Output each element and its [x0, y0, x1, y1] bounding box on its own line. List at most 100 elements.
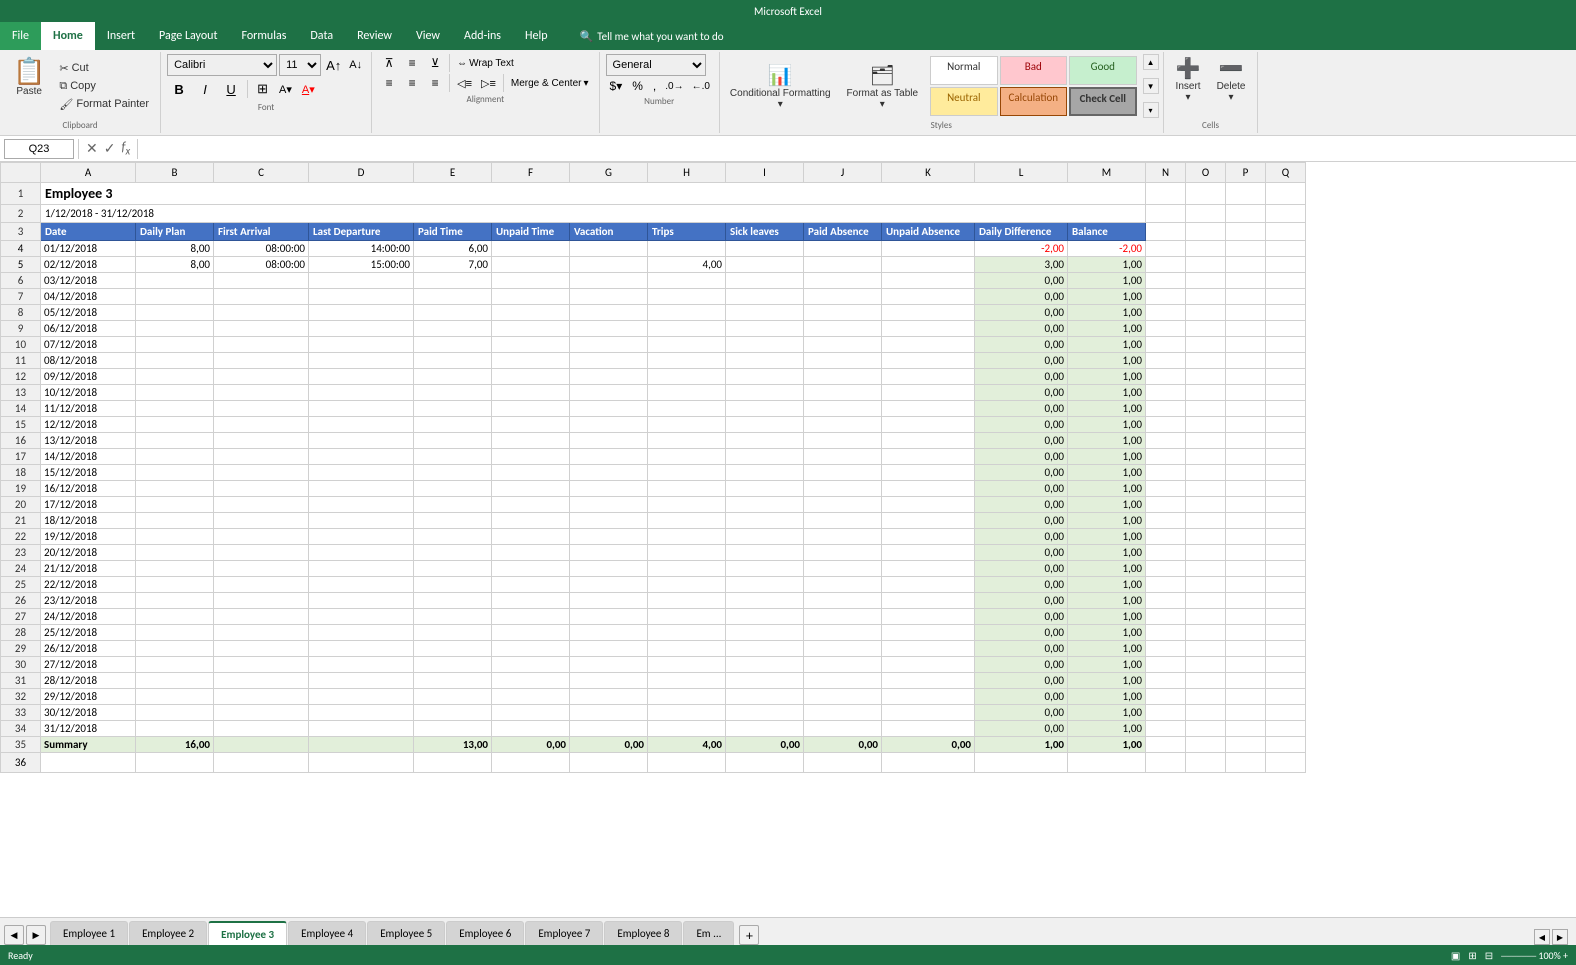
- header-vacation[interactable]: Vacation: [570, 223, 648, 241]
- tab-employee-more[interactable]: Em ...: [683, 921, 734, 945]
- cell-daily-diff[interactable]: 0,00: [975, 625, 1068, 641]
- col-header-e[interactable]: E: [414, 163, 492, 183]
- cell-date[interactable]: 14/12/2018: [41, 449, 136, 465]
- style-good-cell[interactable]: Good: [1069, 56, 1137, 85]
- currency-button[interactable]: $▾: [606, 78, 627, 94]
- cell-daily-diff[interactable]: 0,00: [975, 289, 1068, 305]
- cell-balance[interactable]: 1,00: [1068, 673, 1146, 689]
- col-header-d[interactable]: D: [309, 163, 414, 183]
- cell-balance[interactable]: 1,00: [1068, 321, 1146, 337]
- col-header-b[interactable]: B: [136, 163, 214, 183]
- tab-employee2[interactable]: Employee 2: [129, 921, 207, 945]
- style-check-cell[interactable]: Check Cell: [1069, 87, 1137, 116]
- cell-balance[interactable]: 1,00: [1068, 593, 1146, 609]
- cell-balance[interactable]: 1,00: [1068, 417, 1146, 433]
- cell-p1[interactable]: [1226, 183, 1266, 205]
- tab-employee8[interactable]: Employee 8: [604, 921, 682, 945]
- cell-date[interactable]: 17/12/2018: [41, 497, 136, 513]
- borders-button[interactable]: ⊞: [252, 80, 273, 98]
- col-header-k[interactable]: K: [882, 163, 975, 183]
- cell-daily-diff[interactable]: 0,00: [975, 513, 1068, 529]
- cell-summary-vacation[interactable]: 0,00: [570, 737, 648, 753]
- cell-balance[interactable]: 1,00: [1068, 609, 1146, 625]
- header-paid-absence[interactable]: Paid Absence: [804, 223, 882, 241]
- cell-p3[interactable]: [1226, 223, 1266, 241]
- cell-date[interactable]: 16/12/2018: [41, 481, 136, 497]
- cell-date[interactable]: 03/12/2018: [41, 273, 136, 289]
- cell-f4[interactable]: [492, 241, 570, 257]
- cell-daily-diff[interactable]: 0,00: [975, 385, 1068, 401]
- cell-daily-diff[interactable]: 0,00: [975, 593, 1068, 609]
- cell-balance[interactable]: 1,00: [1068, 433, 1146, 449]
- cell-i5[interactable]: [726, 257, 804, 273]
- font-color-button[interactable]: A▾: [298, 82, 319, 97]
- cut-button[interactable]: ✂ Cut: [54, 60, 154, 77]
- cell-daily-diff[interactable]: 0,00: [975, 449, 1068, 465]
- cell-n1[interactable]: [1146, 183, 1186, 205]
- cell-summary-unpaid[interactable]: 0,00: [492, 737, 570, 753]
- cell-e4[interactable]: 6,00: [414, 241, 492, 257]
- style-bad-cell[interactable]: Bad: [1000, 56, 1068, 85]
- style-calculation-cell[interactable]: Calculation: [1000, 87, 1068, 116]
- cell-balance[interactable]: 1,00: [1068, 689, 1146, 705]
- cell-date[interactable]: 05/12/2018: [41, 305, 136, 321]
- cell-h4[interactable]: [648, 241, 726, 257]
- cell-date[interactable]: 21/12/2018: [41, 561, 136, 577]
- cell-summary-trips[interactable]: 4,00: [648, 737, 726, 753]
- cell-balance[interactable]: 1,00: [1068, 353, 1146, 369]
- thousands-button[interactable]: ,: [649, 78, 660, 94]
- cell-daily-diff[interactable]: 0,00: [975, 529, 1068, 545]
- cell-summary-daily-diff[interactable]: 1,00: [975, 737, 1068, 753]
- cell-k5[interactable]: [882, 257, 975, 273]
- col-header-f[interactable]: F: [492, 163, 570, 183]
- sheet-scroll-left[interactable]: ◀: [1534, 929, 1550, 945]
- cell-balance[interactable]: 1,00: [1068, 481, 1146, 497]
- col-header-j[interactable]: J: [804, 163, 882, 183]
- cell-balance[interactable]: 1,00: [1068, 625, 1146, 641]
- cell-summary-plan[interactable]: 16,00: [136, 737, 214, 753]
- fill-color-button[interactable]: A▾: [275, 82, 296, 97]
- cell-d4[interactable]: 14:00:00: [309, 241, 414, 257]
- col-header-n[interactable]: N: [1146, 163, 1186, 183]
- cell-date[interactable]: 07/12/2018: [41, 337, 136, 353]
- cell-c4[interactable]: 08:00:00: [214, 241, 309, 257]
- styles-scroll-up[interactable]: ▲: [1143, 54, 1159, 70]
- col-header-c[interactable]: C: [214, 163, 309, 183]
- cell-daily-diff[interactable]: 0,00: [975, 305, 1068, 321]
- cell-daily-diff[interactable]: 0,00: [975, 705, 1068, 721]
- menu-item-home[interactable]: Home: [41, 22, 95, 50]
- underline-button[interactable]: U: [219, 78, 243, 100]
- cell-q4[interactable]: [1266, 241, 1306, 257]
- cell-balance[interactable]: 1,00: [1068, 545, 1146, 561]
- cell-q5[interactable]: [1266, 257, 1306, 273]
- cell-balance[interactable]: 1,00: [1068, 385, 1146, 401]
- cell-balance[interactable]: 1,00: [1068, 273, 1146, 289]
- cell-balance[interactable]: 1,00: [1068, 337, 1146, 353]
- cell-balance[interactable]: 1,00: [1068, 561, 1146, 577]
- cell-summary-label[interactable]: Summary: [41, 737, 136, 753]
- header-paid-time[interactable]: Paid Time: [414, 223, 492, 241]
- cell-m4[interactable]: -2,00: [1068, 241, 1146, 257]
- cell-daily-diff[interactable]: 0,00: [975, 401, 1068, 417]
- cell-daily-diff[interactable]: 0,00: [975, 465, 1068, 481]
- function-icon[interactable]: fx: [118, 140, 133, 158]
- cell-reference-input[interactable]: [4, 139, 74, 159]
- col-header-o[interactable]: O: [1186, 163, 1226, 183]
- header-daily-plan[interactable]: Daily Plan: [136, 223, 214, 241]
- cell-o5[interactable]: [1186, 257, 1226, 273]
- cell-summary-balance[interactable]: 1,00: [1068, 737, 1146, 753]
- cell-daily-diff[interactable]: 0,00: [975, 577, 1068, 593]
- cell-daily-diff[interactable]: 0,00: [975, 673, 1068, 689]
- col-header-h[interactable]: H: [648, 163, 726, 183]
- cell-daily-diff[interactable]: 0,00: [975, 497, 1068, 513]
- cell-balance[interactable]: 1,00: [1068, 465, 1146, 481]
- align-bottom-button[interactable]: ⊻: [424, 55, 446, 71]
- cell-e5[interactable]: 7,00: [414, 257, 492, 273]
- conditional-formatting-button[interactable]: 📊 Conditional Formatting ▾: [724, 61, 837, 112]
- search-box[interactable]: 🔍 Tell me what you want to do: [580, 22, 724, 50]
- col-header-m[interactable]: M: [1068, 163, 1146, 183]
- cell-g5[interactable]: [570, 257, 648, 273]
- cell-daily-diff[interactable]: 0,00: [975, 689, 1068, 705]
- cell-q3[interactable]: [1266, 223, 1306, 241]
- format-painter-button[interactable]: 🖌 Format Painter: [54, 96, 154, 113]
